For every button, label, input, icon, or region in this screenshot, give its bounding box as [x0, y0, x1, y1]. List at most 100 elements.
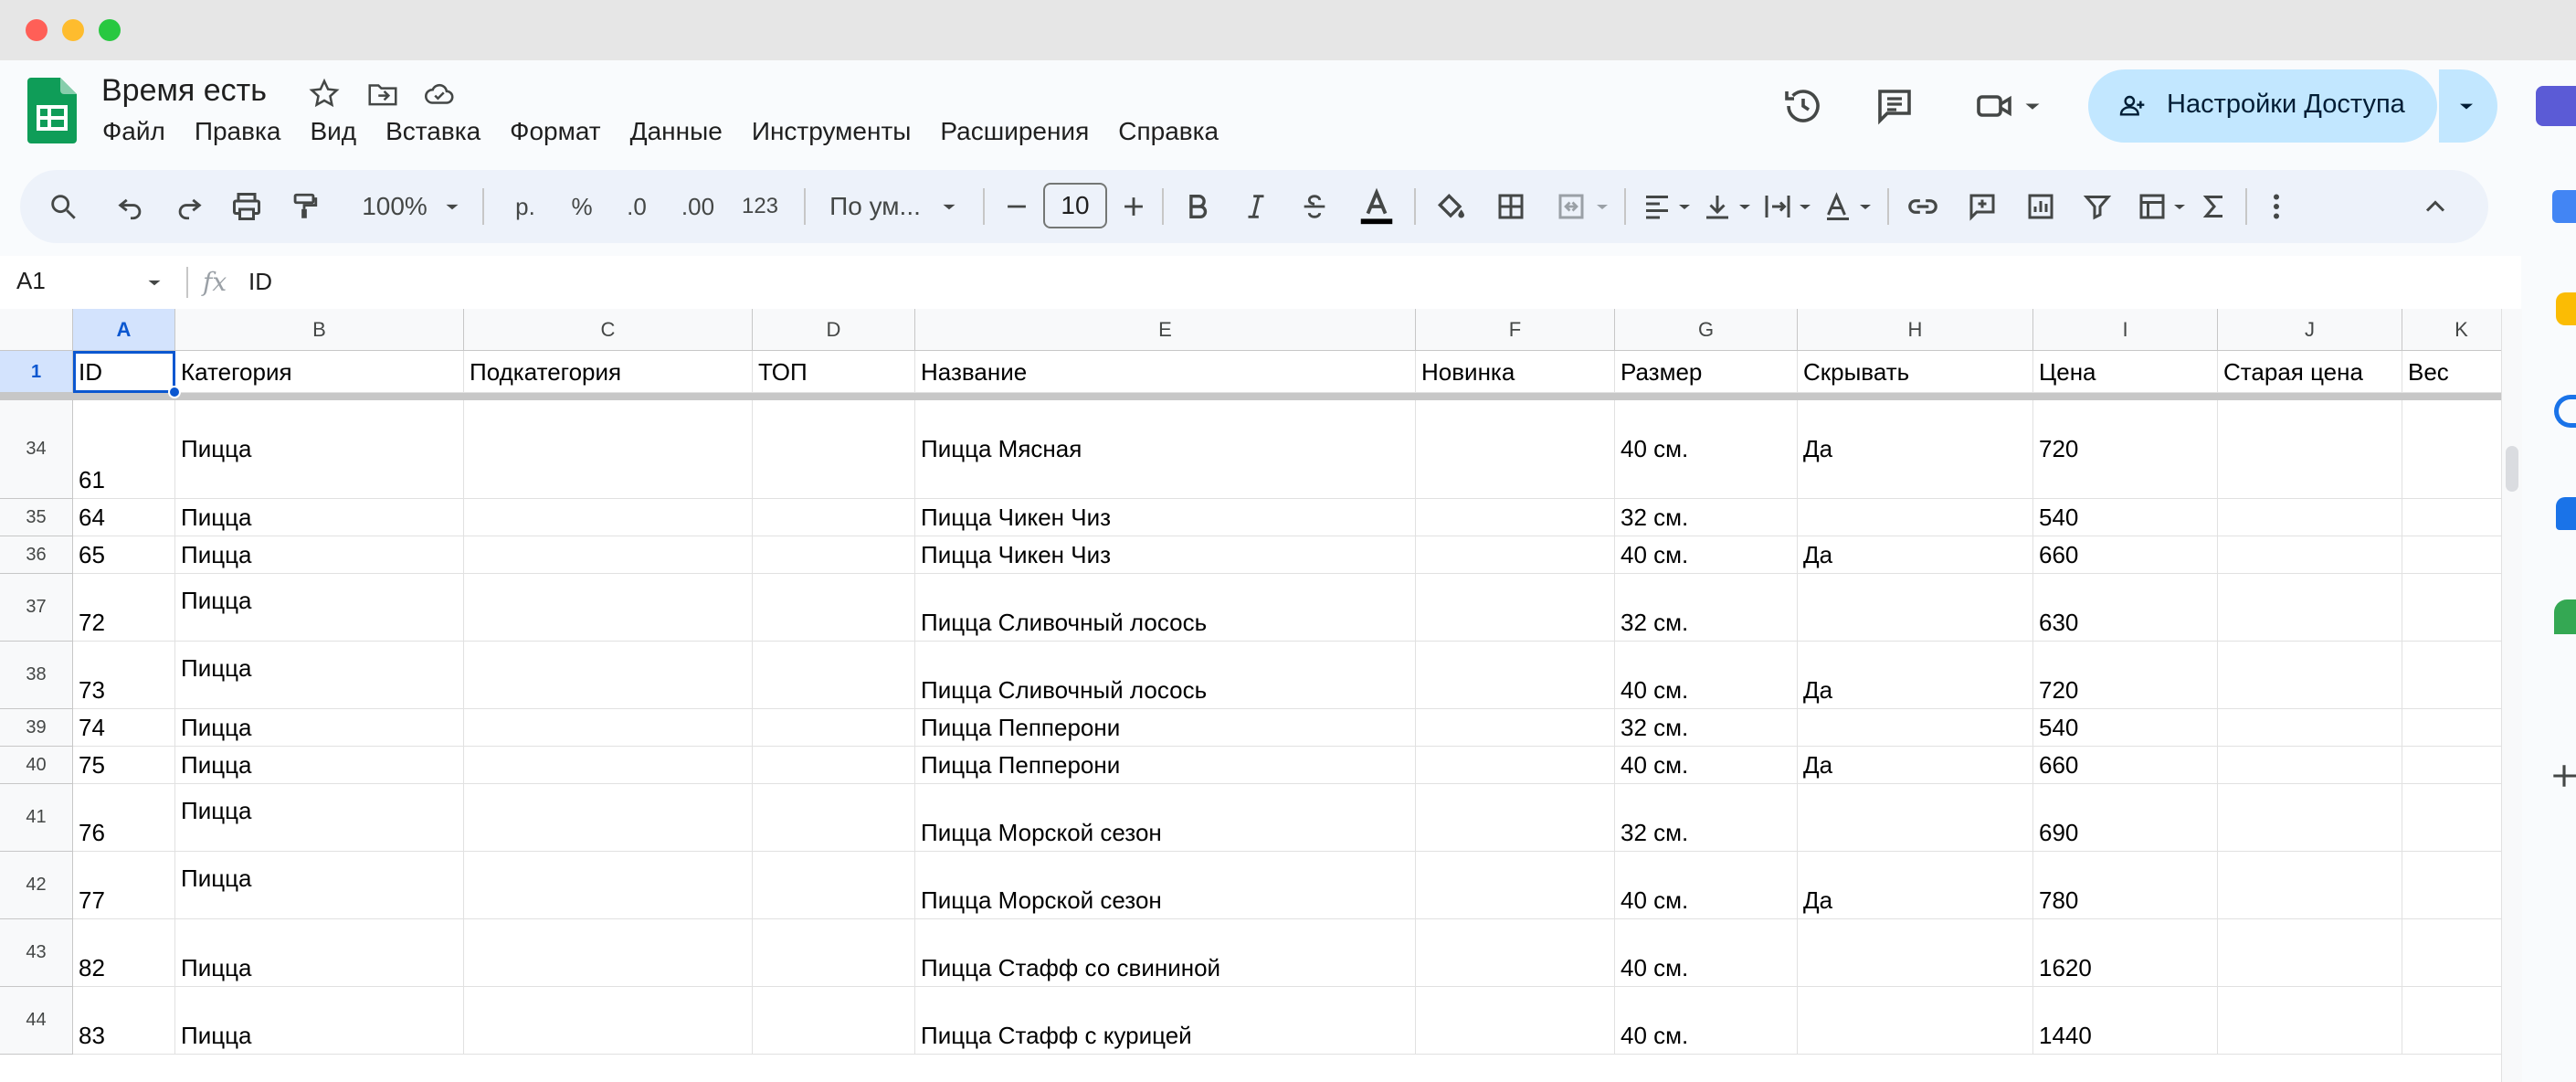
cell-empty[interactable]	[1416, 642, 1615, 709]
cell-id[interactable]: 65	[73, 536, 175, 574]
cell-size[interactable]: 40 см.	[1615, 852, 1798, 919]
font-chevron-down-icon[interactable]	[937, 170, 961, 243]
calendar-icon[interactable]	[2552, 190, 2576, 223]
cell-name[interactable]: Пицца Сливочный лосось	[915, 642, 1416, 709]
cell-empty[interactable]	[464, 642, 753, 709]
cell-empty[interactable]	[1416, 784, 1615, 852]
cell-empty[interactable]	[753, 574, 915, 642]
meet-video-icon[interactable]	[1973, 84, 2017, 128]
cell-name[interactable]: Пицца Морской сезон	[915, 852, 1416, 919]
cell-category[interactable]: Пицца	[175, 919, 464, 987]
cell-id[interactable]: 83	[73, 987, 175, 1055]
cell-empty[interactable]	[464, 784, 753, 852]
cell-price[interactable]: 630	[2033, 574, 2218, 642]
header-cell[interactable]: ТОП	[753, 351, 915, 393]
cell-empty[interactable]	[2218, 987, 2402, 1055]
minimize-window-button[interactable]	[62, 19, 84, 41]
column-header-a[interactable]: A	[73, 309, 175, 351]
zoom-select[interactable]: 100%	[349, 170, 440, 243]
row-header-34[interactable]: 34	[0, 400, 73, 499]
cell-category[interactable]: Пицца	[175, 709, 464, 747]
cell-name[interactable]: Пицца Стафф со свининой	[915, 919, 1416, 987]
cell-price[interactable]: 780	[2033, 852, 2218, 919]
cell-hide[interactable]: Да	[1798, 642, 2033, 709]
cell-hide[interactable]: Да	[1798, 747, 2033, 784]
row-header-35[interactable]: 35	[0, 499, 73, 536]
valign-chevron-down-icon[interactable]	[1734, 170, 1756, 243]
header-cell[interactable]: Категория	[175, 351, 464, 393]
lp-extension-icon[interactable]	[2536, 86, 2576, 126]
select-all-corner[interactable]	[0, 309, 73, 351]
column-header-f[interactable]: F	[1416, 309, 1615, 351]
name-box-chevron-down-icon[interactable]	[143, 270, 166, 294]
cell-empty[interactable]	[464, 536, 753, 574]
cell-empty[interactable]	[464, 574, 753, 642]
cell-empty[interactable]	[2218, 499, 2402, 536]
functions-icon[interactable]	[2198, 170, 2231, 243]
insert-chart-icon[interactable]	[2024, 170, 2057, 243]
italic-icon[interactable]	[1240, 170, 1272, 243]
cell-empty[interactable]	[1416, 709, 1615, 747]
cell-name[interactable]: Пицца Пепперони	[915, 709, 1416, 747]
menu-data[interactable]: Данные	[630, 117, 723, 146]
cell-hide[interactable]	[1798, 499, 2033, 536]
cell-size[interactable]: 32 см.	[1615, 499, 1798, 536]
cell-category[interactable]: Пицца	[175, 852, 464, 919]
row-header-40[interactable]: 40	[0, 747, 73, 784]
cell-name[interactable]: Пицца Чикен Чиз	[915, 536, 1416, 574]
header-cell[interactable]: Скрывать	[1798, 351, 2033, 393]
cell-id[interactable]: 64	[73, 499, 175, 536]
cell-empty[interactable]	[2218, 919, 2402, 987]
cell-hide[interactable]: Да	[1798, 400, 2033, 499]
contacts-icon[interactable]	[2556, 497, 2576, 530]
row-header-38[interactable]: 38	[0, 642, 73, 709]
column-header-g[interactable]: G	[1615, 309, 1798, 351]
cell-price[interactable]: 660	[2033, 536, 2218, 574]
cell-empty[interactable]	[464, 499, 753, 536]
row-header-36[interactable]: 36	[0, 536, 73, 574]
cell-empty[interactable]	[753, 784, 915, 852]
insert-link-icon[interactable]	[1906, 170, 1940, 243]
currency-format-button[interactable]: р.	[502, 170, 548, 243]
more-options-icon[interactable]	[2260, 170, 2293, 243]
cell-id[interactable]: 72	[73, 574, 175, 642]
cell-empty[interactable]	[753, 852, 915, 919]
filter-views-chevron-down-icon[interactable]	[2169, 170, 2191, 243]
sheets-logo-icon[interactable]	[27, 78, 77, 143]
cell-empty[interactable]	[753, 400, 915, 499]
text-wrapping-icon[interactable]	[1761, 170, 1794, 243]
insert-comment-icon[interactable]	[1966, 170, 1999, 243]
redo-icon[interactable]	[174, 170, 205, 243]
font-family-select[interactable]: По ум...	[820, 170, 930, 243]
cell-name[interactable]: Пицца Морской сезон	[915, 784, 1416, 852]
borders-icon[interactable]	[1494, 170, 1527, 243]
column-header-d[interactable]: D	[753, 309, 915, 351]
fill-color-icon[interactable]	[1432, 170, 1469, 243]
cell-hide[interactable]	[1798, 919, 2033, 987]
menu-tools[interactable]: Инструменты	[752, 117, 912, 146]
add-addon-icon[interactable]	[2552, 760, 2576, 791]
cell-category[interactable]: Пицца	[175, 536, 464, 574]
number-format-button[interactable]: 123	[733, 170, 787, 243]
merge-chevron-down-icon[interactable]	[1591, 170, 1613, 243]
cell-hide[interactable]	[1798, 784, 2033, 852]
cell-name[interactable]: Пицца Мясная	[915, 400, 1416, 499]
cell-empty[interactable]	[2218, 709, 2402, 747]
cell-size[interactable]: 40 см.	[1615, 987, 1798, 1055]
merge-cells-icon[interactable]	[1555, 170, 1588, 243]
cell-name[interactable]: Пицца Стафф с курицей	[915, 987, 1416, 1055]
text-color-icon[interactable]	[1356, 170, 1398, 243]
version-history-icon[interactable]	[1781, 84, 1825, 128]
cell-price[interactable]: 690	[2033, 784, 2218, 852]
row-header-37[interactable]: 37	[0, 574, 73, 642]
cell-category[interactable]: Пицца	[175, 987, 464, 1055]
column-header-b[interactable]: B	[175, 309, 464, 351]
header-cell[interactable]: Старая цена	[2218, 351, 2402, 393]
cell-size[interactable]: 40 см.	[1615, 400, 1798, 499]
cell-empty[interactable]	[753, 919, 915, 987]
menu-view[interactable]: Вид	[310, 117, 356, 146]
header-cell[interactable]: Название	[915, 351, 1416, 393]
cell-id[interactable]: 75	[73, 747, 175, 784]
menu-extensions[interactable]: Расширения	[940, 117, 1089, 146]
cell-empty[interactable]	[464, 987, 753, 1055]
